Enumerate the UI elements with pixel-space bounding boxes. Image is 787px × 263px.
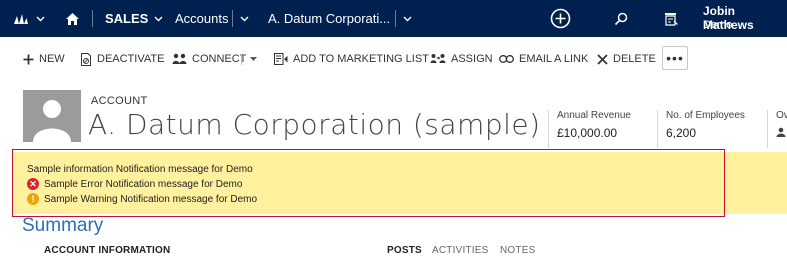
- chevron-down-icon[interactable]: [403, 0, 412, 37]
- marketing-list-icon: [274, 53, 288, 65]
- top-navigation-bar: SALES Accounts A. Datum Corporati... Job…: [0, 0, 787, 37]
- deactivate-button[interactable]: DEACTIVATE: [80, 50, 164, 68]
- add-to-marketing-list-button[interactable]: ADD TO MARKETING LIST: [274, 50, 429, 68]
- dynamics-logo-icon[interactable]: [13, 0, 29, 37]
- connect-icon: [172, 53, 187, 64]
- header-field-value[interactable]: 6,200: [666, 126, 745, 140]
- account-avatar[interactable]: [23, 90, 81, 142]
- search-icon[interactable]: [614, 0, 628, 37]
- nav-separator: [92, 10, 93, 27]
- delete-button[interactable]: DELETE: [597, 50, 656, 68]
- more-commands-button[interactable]: •••: [662, 46, 688, 70]
- new-button[interactable]: NEW: [23, 50, 65, 68]
- home-icon[interactable]: [65, 0, 80, 37]
- header-field-label: No. of Employees: [666, 110, 745, 121]
- deactivate-icon: [81, 52, 91, 66]
- tab-posts[interactable]: POSTS: [387, 245, 422, 256]
- split-separator: [241, 54, 242, 65]
- link-icon: [499, 55, 514, 63]
- plus-icon: [23, 54, 34, 64]
- nav-app-label: SALES: [105, 11, 149, 26]
- assign-label: ASSIGN: [451, 53, 493, 65]
- user-organization[interactable]: Demo: [703, 19, 732, 31]
- nav-area-accounts[interactable]: Accounts: [175, 0, 228, 37]
- connect-button[interactable]: CONNECT: [172, 50, 246, 68]
- highlight-box: [12, 149, 725, 217]
- email-a-link-button[interactable]: EMAIL A LINK: [499, 50, 588, 68]
- owner-icon[interactable]: [776, 126, 787, 140]
- connect-dropdown-button[interactable]: [250, 50, 262, 68]
- header-field-employees: No. of Employees 6,200: [657, 110, 745, 148]
- summary-heading: Summary: [22, 215, 104, 236]
- email-a-link-label: EMAIL A LINK: [519, 53, 589, 65]
- header-field-owner: Ov: [767, 110, 787, 148]
- nav-separator: [232, 10, 233, 27]
- create-new-icon[interactable]: [550, 0, 571, 37]
- section-title-account-information: ACCOUNT INFORMATION: [44, 245, 171, 256]
- header-field-value[interactable]: £10,000.00: [557, 126, 631, 140]
- advanced-find-icon[interactable]: [664, 0, 679, 37]
- chevron-down-icon[interactable]: [240, 0, 249, 37]
- assign-button[interactable]: ASSIGN: [430, 50, 493, 68]
- header-field-label: Annual Revenue: [557, 110, 631, 121]
- new-label: NEW: [39, 53, 65, 65]
- chevron-down-icon[interactable]: [36, 0, 45, 37]
- avatar-placeholder-icon: [33, 100, 71, 142]
- add-to-marketing-list-label: ADD TO MARKETING LIST: [293, 53, 429, 65]
- close-icon: [597, 53, 608, 65]
- nav-app-sales[interactable]: SALES: [105, 0, 163, 37]
- delete-label: DELETE: [613, 53, 656, 65]
- nav-area-label: Accounts: [175, 11, 229, 26]
- header-field-annual-revenue: Annual Revenue £10,000.00: [548, 110, 631, 148]
- tab-activities[interactable]: ACTIVITIES: [432, 245, 488, 256]
- chevron-down-icon: [154, 16, 163, 21]
- nav-separator: [395, 10, 396, 27]
- record-title: A. Datum Corporation (sample): [88, 108, 541, 141]
- connect-label: CONNECT: [192, 53, 247, 65]
- nav-record[interactable]: A. Datum Corporati...: [268, 0, 390, 37]
- nav-record-label: A. Datum Corporati...: [268, 11, 391, 26]
- deactivate-label: DEACTIVATE: [97, 53, 165, 65]
- header-field-label: Ov: [776, 110, 787, 121]
- tab-notes[interactable]: NOTES: [500, 245, 535, 256]
- assign-icon: [430, 54, 446, 63]
- caret-down-icon: [250, 57, 257, 61]
- entity-type-label: ACCOUNT: [91, 95, 148, 107]
